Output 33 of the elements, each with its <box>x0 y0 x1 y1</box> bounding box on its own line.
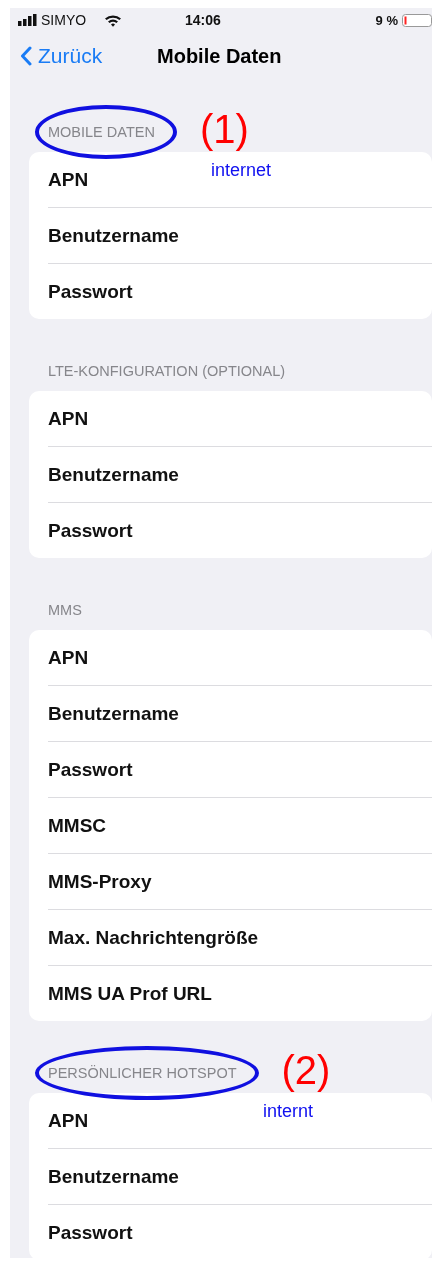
back-link[interactable]: Zurück <box>20 44 103 68</box>
row-label[interactable]: MMSC <box>48 814 107 837</box>
clock-time: 14:06 <box>185 12 221 28</box>
row-label[interactable]: Max. Nachrichtengröße <box>48 926 259 949</box>
row-label[interactable]: Benutzername <box>48 702 179 725</box>
row-label[interactable]: APN <box>48 407 89 430</box>
row-label[interactable]: Passwort <box>48 758 133 781</box>
number-annotation: (1) <box>199 106 249 152</box>
row-label[interactable]: Passwort <box>48 519 133 542</box>
number-annotation: (2) <box>281 1047 331 1093</box>
battery-icon <box>402 13 432 27</box>
value-annotation: internt <box>263 1101 314 1122</box>
row-label[interactable]: Passwort <box>48 280 133 303</box>
row-label[interactable]: Benutzername <box>48 1165 179 1188</box>
carrier-name: SIMYO <box>41 12 87 28</box>
section-header: LTE-KONFIGURATION (OPTIONAL) <box>48 363 286 379</box>
section-header: MOBILE DATEN <box>48 124 155 140</box>
value-annotation: internet <box>211 160 272 181</box>
row-label[interactable]: Benutzername <box>48 224 179 247</box>
row-label[interactable]: MMS UA Prof URL <box>48 982 212 1005</box>
row-label[interactable]: MMS-Proxy <box>48 870 152 893</box>
page-title: Mobile Daten <box>157 44 282 68</box>
row-label[interactable]: APN <box>48 168 89 191</box>
battery-percent: 9 % <box>375 12 398 28</box>
section-header: MMS <box>48 602 82 618</box>
chevron-left-icon <box>20 46 32 66</box>
row-label[interactable]: Passwort <box>48 1221 133 1244</box>
row-label[interactable]: APN <box>48 1109 89 1132</box>
row-label[interactable]: APN <box>48 646 89 669</box>
row-label[interactable]: Benutzername <box>48 463 179 486</box>
wifi-icon <box>104 13 123 27</box>
section-header: PERSÖNLICHER HOTSPOT <box>48 1065 237 1081</box>
signal-icon <box>18 14 38 26</box>
